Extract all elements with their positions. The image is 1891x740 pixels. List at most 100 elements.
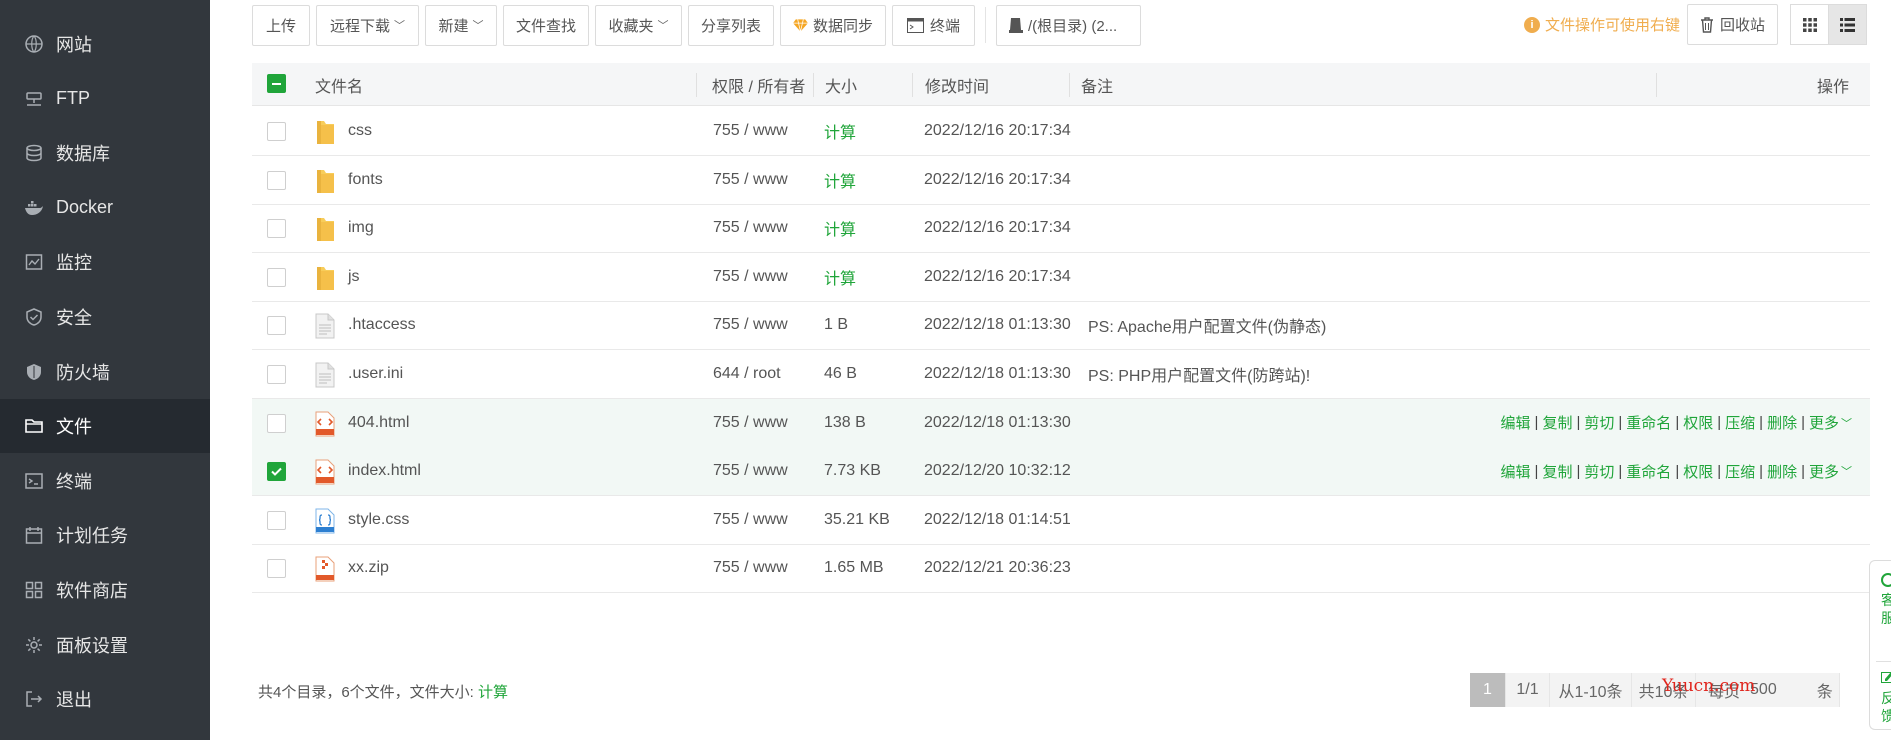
action-link[interactable]: 删除	[1767, 461, 1797, 482]
terminal-button[interactable]: 终端	[892, 4, 975, 46]
action-link[interactable]: 重命名	[1626, 461, 1671, 482]
share-list-button[interactable]: 分享列表	[688, 4, 774, 46]
file-permission[interactable]: 755 / www	[713, 496, 788, 544]
file-permission[interactable]: 755 / www	[713, 301, 788, 349]
file-search-button[interactable]: 文件查找	[503, 4, 589, 46]
file-permission[interactable]: 755 / www	[713, 204, 788, 252]
table-row[interactable]: xx.zip 755 / www 1.65 MB 2022/12/21 20:36:2…	[252, 544, 1870, 594]
sidebar-item[interactable]: FTP	[0, 72, 210, 126]
path-breadcrumb[interactable]: /(根目录) (2...	[996, 4, 1141, 46]
file-name[interactable]: .htaccess	[348, 301, 416, 349]
file-permission[interactable]: 755 / www	[713, 399, 788, 447]
sidebar-item[interactable]: 终端	[0, 454, 210, 508]
file-size[interactable]: 计算	[824, 107, 856, 155]
action-link[interactable]: 权限	[1683, 461, 1713, 482]
file-mtime: 2022/12/21 20:36:23	[924, 559, 1071, 577]
action-link[interactable]: 更多	[1809, 461, 1839, 482]
row-checkbox[interactable]	[267, 413, 286, 433]
sidebar-item[interactable]: 防火墙	[0, 345, 210, 399]
file-permission[interactable]: 644 / root	[713, 350, 781, 398]
sidebar-item[interactable]: 文件	[0, 399, 210, 454]
file-name[interactable]: img	[348, 204, 374, 252]
recycle-bin-button[interactable]: 回收站	[1687, 4, 1778, 45]
header-filename[interactable]: 文件名	[315, 63, 363, 106]
header-permission[interactable]: 权限 / 所有者	[712, 63, 805, 106]
file-size[interactable]: 计算	[824, 253, 856, 301]
file-permission[interactable]: 755 / www	[713, 447, 788, 495]
sidebar-item[interactable]: 网站	[0, 17, 210, 71]
file-size[interactable]: 计算	[824, 204, 856, 252]
file-permission[interactable]: 755 / www	[713, 107, 788, 155]
sidebar-item[interactable]: 计划任务	[0, 508, 210, 562]
data-sync-button[interactable]: 数据同步	[780, 4, 886, 46]
table-row[interactable]: css 755 / www 计算 2022/12/16 20:17:34	[252, 107, 1870, 156]
row-checkbox[interactable]	[267, 122, 286, 141]
sidebar-item[interactable]: Docker	[0, 181, 210, 235]
action-link[interactable]: 压缩	[1725, 461, 1755, 482]
file-permission[interactable]: 755 / www	[713, 156, 788, 204]
action-link[interactable]: 删除	[1767, 412, 1797, 433]
action-link[interactable]: 复制	[1542, 412, 1572, 433]
sidebar-item[interactable]: 监控	[0, 235, 210, 289]
page-count: 1/1	[1506, 673, 1550, 707]
table-row[interactable]: 404.html 755 / www 138 B 2022/12/18 01:13:3…	[252, 398, 1870, 448]
row-checkbox[interactable]	[267, 365, 286, 384]
new-button[interactable]: 新建 ﹀	[425, 4, 497, 46]
calc-size-link[interactable]: 计算	[478, 684, 508, 701]
upload-button[interactable]: 上传	[252, 4, 310, 46]
table-row[interactable]: .htaccess 755 / www 1 B 2022/12/18 01:13:30…	[252, 301, 1870, 351]
action-link[interactable]: 编辑	[1501, 461, 1531, 482]
list-view-button[interactable]	[1828, 4, 1867, 45]
sidebar-item[interactable]: 退出	[0, 672, 210, 726]
file-permission[interactable]: 755 / www	[713, 253, 788, 301]
action-link[interactable]: 权限	[1683, 412, 1713, 433]
action-link[interactable]: 更多	[1809, 412, 1839, 433]
table-row[interactable]: img 755 / www 计算 2022/12/16 20:17:34	[252, 204, 1870, 254]
grid-view-button[interactable]	[1790, 4, 1829, 45]
row-checkbox[interactable]	[267, 462, 286, 482]
file-size[interactable]: 计算	[824, 156, 856, 204]
service-tab[interactable]: 客服 反馈	[1869, 560, 1891, 730]
file-name[interactable]: xx.zip	[348, 544, 389, 592]
page-current[interactable]: 1	[1470, 673, 1506, 707]
action-link[interactable]: 剪切	[1584, 412, 1614, 433]
select-all-checkbox[interactable]	[267, 74, 286, 93]
remote-download-button[interactable]: 远程下载 ﹀	[316, 4, 419, 46]
action-link[interactable]: 编辑	[1501, 412, 1531, 433]
row-checkbox[interactable]	[267, 267, 286, 287]
favorites-button[interactable]: 收藏夹 ﹀	[595, 4, 682, 46]
action-link[interactable]: 剪切	[1584, 461, 1614, 482]
row-checkbox[interactable]	[267, 559, 286, 579]
row-checkbox[interactable]	[267, 219, 286, 239]
row-checkbox[interactable]	[267, 510, 286, 530]
header-mtime[interactable]: 修改时间	[925, 63, 989, 106]
row-checkbox[interactable]	[267, 316, 286, 336]
sidebar-item[interactable]: 面板设置	[0, 618, 210, 672]
file-name[interactable]: style.css	[348, 496, 409, 544]
action-link[interactable]: 压缩	[1725, 412, 1755, 433]
sidebar-item[interactable]: 安全	[0, 290, 210, 344]
file-name[interactable]: css	[348, 107, 372, 155]
row-checkbox[interactable]	[267, 170, 286, 190]
action-link[interactable]: 重命名	[1626, 412, 1671, 433]
action-separator: |	[1759, 414, 1764, 432]
table-row[interactable]: style.css 755 / www 35.21 KB 2022/12/18 01:…	[252, 496, 1870, 545]
header-size[interactable]: 大小	[825, 63, 857, 106]
file-name[interactable]: fonts	[348, 156, 383, 204]
sidebar-item[interactable]: 软件商店	[0, 563, 210, 617]
service-kefu: 客服	[1881, 592, 1891, 626]
action-link[interactable]: 复制	[1542, 461, 1572, 482]
action-separator: |	[1801, 414, 1805, 432]
file-name[interactable]: js	[348, 253, 360, 301]
table-row[interactable]: js 755 / www 计算 2022/12/16 20:17:34	[252, 253, 1870, 302]
file-name[interactable]: .user.ini	[348, 350, 403, 398]
sidebar-item[interactable]: 数据库	[0, 126, 210, 180]
table-row[interactable]: fonts 755 / www 计算 2022/12/16 20:17:34	[252, 156, 1870, 205]
table-row[interactable]: index.html 755 / www 7.73 KB 2022/12/20 10:…	[252, 447, 1870, 497]
toolbar-divider	[985, 7, 986, 43]
file-name[interactable]: index.html	[348, 447, 421, 495]
file-note: PS: PHP用户配置文件(防跨站)!	[1088, 368, 1311, 385]
table-row[interactable]: .user.ini 644 / root 46 B 2022/12/18 01:13:…	[252, 350, 1870, 399]
file-permission[interactable]: 755 / www	[713, 544, 788, 592]
file-name[interactable]: 404.html	[348, 399, 409, 447]
